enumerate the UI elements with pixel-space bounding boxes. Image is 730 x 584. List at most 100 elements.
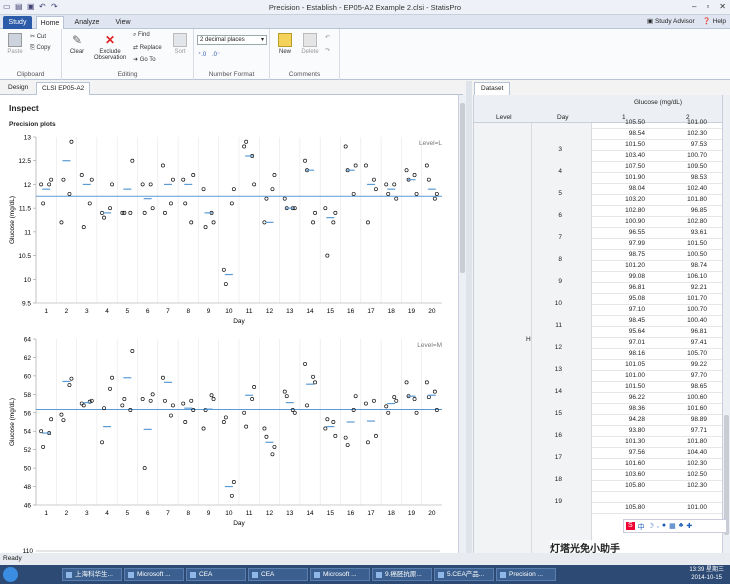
exclude-observation-button[interactable]: ✕ Exclude Observation [90, 33, 130, 61]
start-button[interactable] [3, 567, 18, 582]
maximize-icon[interactable]: ▫ [706, 2, 709, 11]
increase-decimal-icon[interactable]: ⁺.0 [198, 51, 206, 58]
study-advisor-button[interactable]: ▣ Study Advisor [647, 17, 695, 25]
taskbar-item[interactable]: Microsoft ... [310, 568, 370, 581]
rep1-cell[interactable]: 97.99 [600, 240, 645, 247]
replace-button[interactable]: ⇄ Replace [133, 44, 162, 51]
tab-home[interactable]: Home [36, 16, 64, 29]
rep1-cell[interactable]: 107.50 [600, 163, 645, 170]
grid-scroll-thumb[interactable] [724, 415, 729, 535]
rep2-cell[interactable]: 102.30 [662, 482, 707, 489]
taskbar-item[interactable]: CEA [186, 568, 246, 581]
tab-design[interactable]: Design [3, 82, 33, 95]
rep1-cell[interactable]: 98.36 [600, 405, 645, 412]
cut-button[interactable]: ✂ Cut [30, 33, 46, 40]
taskbar-item[interactable]: Microsoft ... [124, 568, 184, 581]
rep2-cell[interactable]: 98.53 [662, 174, 707, 181]
rep2-cell[interactable]: 97.41 [662, 339, 707, 346]
rep2-cell[interactable]: 97.71 [662, 427, 707, 434]
rep1-cell[interactable]: 101.50 [600, 383, 645, 390]
table-row[interactable]: 97.56 104.40 [592, 448, 722, 459]
grid-scrollbar[interactable] [722, 95, 730, 553]
copy-button[interactable]: ⎘ Copy [30, 45, 50, 52]
rep1-cell[interactable]: 101.50 [600, 141, 645, 148]
rep1-cell[interactable]: 97.01 [600, 339, 645, 346]
table-row[interactable]: 98.75 100.50 [592, 250, 722, 261]
table-row[interactable]: 103.20 101.80 [592, 195, 722, 206]
rep2-cell[interactable]: 100.60 [662, 394, 707, 401]
rep2-cell[interactable]: 97.53 [662, 141, 707, 148]
table-row[interactable]: 95.64 96.81 [592, 327, 722, 338]
taskbar-item[interactable]: CEA [248, 568, 308, 581]
rep2-cell[interactable]: 98.65 [662, 383, 707, 390]
taskbar-item[interactable]: Precision ... [496, 568, 556, 581]
rep2-cell[interactable]: 101.60 [662, 405, 707, 412]
decimal-places-select[interactable]: 2 decimal places [197, 35, 267, 45]
table-row[interactable]: 96.22 100.60 [592, 393, 722, 404]
rep2-cell[interactable]: 101.70 [662, 295, 707, 302]
rep1-cell[interactable]: 101.20 [600, 262, 645, 269]
skin-icon[interactable]: ♣ [679, 522, 684, 530]
mic-icon[interactable]: ● [662, 522, 666, 530]
rep2-cell[interactable]: 102.80 [662, 218, 707, 225]
rep1-cell[interactable]: 95.64 [600, 328, 645, 335]
table-row[interactable]: 98.54 102.30 [592, 129, 722, 140]
rep1-cell[interactable]: 103.60 [600, 471, 645, 478]
table-row[interactable]: 105.80 101.00 [592, 503, 722, 514]
rep2-cell[interactable]: 106.10 [662, 273, 707, 280]
rep2-cell[interactable]: 101.00 [662, 119, 707, 126]
minimize-icon[interactable]: – [692, 2, 696, 11]
rep2-cell[interactable]: 102.40 [662, 185, 707, 192]
taskbar-item[interactable]: 5.CEA产品... [434, 568, 494, 581]
table-row[interactable]: 105.50 101.00 [592, 118, 722, 129]
rep1-cell[interactable]: 103.20 [600, 196, 645, 203]
rep2-cell[interactable]: 100.70 [662, 306, 707, 313]
table-row[interactable]: 100.90 102.80 [592, 217, 722, 228]
table-row[interactable]: 98.36 101.60 [592, 404, 722, 415]
rep2-cell[interactable]: 93.61 [662, 229, 707, 236]
rep1-cell[interactable]: 95.08 [600, 295, 645, 302]
rep1-cell[interactable]: 105.80 [600, 504, 645, 511]
rep2-cell[interactable]: 100.70 [662, 152, 707, 159]
rep1-cell[interactable]: 101.30 [600, 438, 645, 445]
table-row[interactable]: 97.10 100.70 [592, 305, 722, 316]
new-comment-button[interactable]: New [274, 33, 296, 55]
prev-comment-icon[interactable]: ↶ [325, 34, 330, 41]
rep2-cell[interactable]: 101.80 [662, 438, 707, 445]
rep1-cell[interactable]: 98.16 [600, 350, 645, 357]
rep1-cell[interactable]: 96.55 [600, 229, 645, 236]
table-row[interactable]: 105.80 102.30 [592, 481, 722, 492]
table-row[interactable]: 101.50 98.65 [592, 382, 722, 393]
rep1-cell[interactable]: 101.90 [600, 174, 645, 181]
rep1-cell[interactable]: 105.50 [600, 119, 645, 126]
rep1-cell[interactable]: 98.54 [600, 130, 645, 137]
rep1-cell[interactable]: 96.81 [600, 284, 645, 291]
rep2-cell[interactable]: 98.74 [662, 262, 707, 269]
settings-icon[interactable]: ✚ [686, 522, 692, 530]
help-button[interactable]: ❓ Help [703, 17, 726, 25]
rep2-cell[interactable]: 102.30 [662, 460, 707, 467]
rep2-cell[interactable]: 100.40 [662, 317, 707, 324]
table-row[interactable]: 95.08 101.70 [592, 294, 722, 305]
ime-icon[interactable]: 中 [638, 522, 645, 531]
rep1-cell[interactable]: 96.22 [600, 394, 645, 401]
rep2-cell[interactable]: 99.22 [662, 361, 707, 368]
taskbar-item[interactable]: 9.癌胚抗原... [372, 568, 432, 581]
rep1-cell[interactable]: 99.08 [600, 273, 645, 280]
table-row[interactable]: 96.81 92.21 [592, 283, 722, 294]
next-comment-icon[interactable]: ↷ [325, 47, 330, 54]
tab-clsi-ep05[interactable]: CLSI EP05-A2 [36, 82, 91, 95]
rep1-cell[interactable]: 105.80 [600, 482, 645, 489]
rep2-cell[interactable]: 92.21 [662, 284, 707, 291]
table-row[interactable]: 96.55 93.61 [592, 228, 722, 239]
rep2-cell[interactable]: 104.40 [662, 449, 707, 456]
rep2-cell[interactable]: 100.50 [662, 251, 707, 258]
keyboard-icon[interactable]: ▦ [669, 522, 676, 530]
table-row[interactable]: 101.60 102.30 [592, 459, 722, 470]
table-row[interactable]: 94.28 98.89 [592, 415, 722, 426]
tab-study[interactable]: Study [3, 16, 32, 29]
sort-button[interactable]: Sort [170, 33, 190, 55]
table-row[interactable]: 101.50 97.53 [592, 140, 722, 151]
rep2-cell[interactable]: 109.50 [662, 163, 707, 170]
rep1-cell[interactable]: 97.10 [600, 306, 645, 313]
